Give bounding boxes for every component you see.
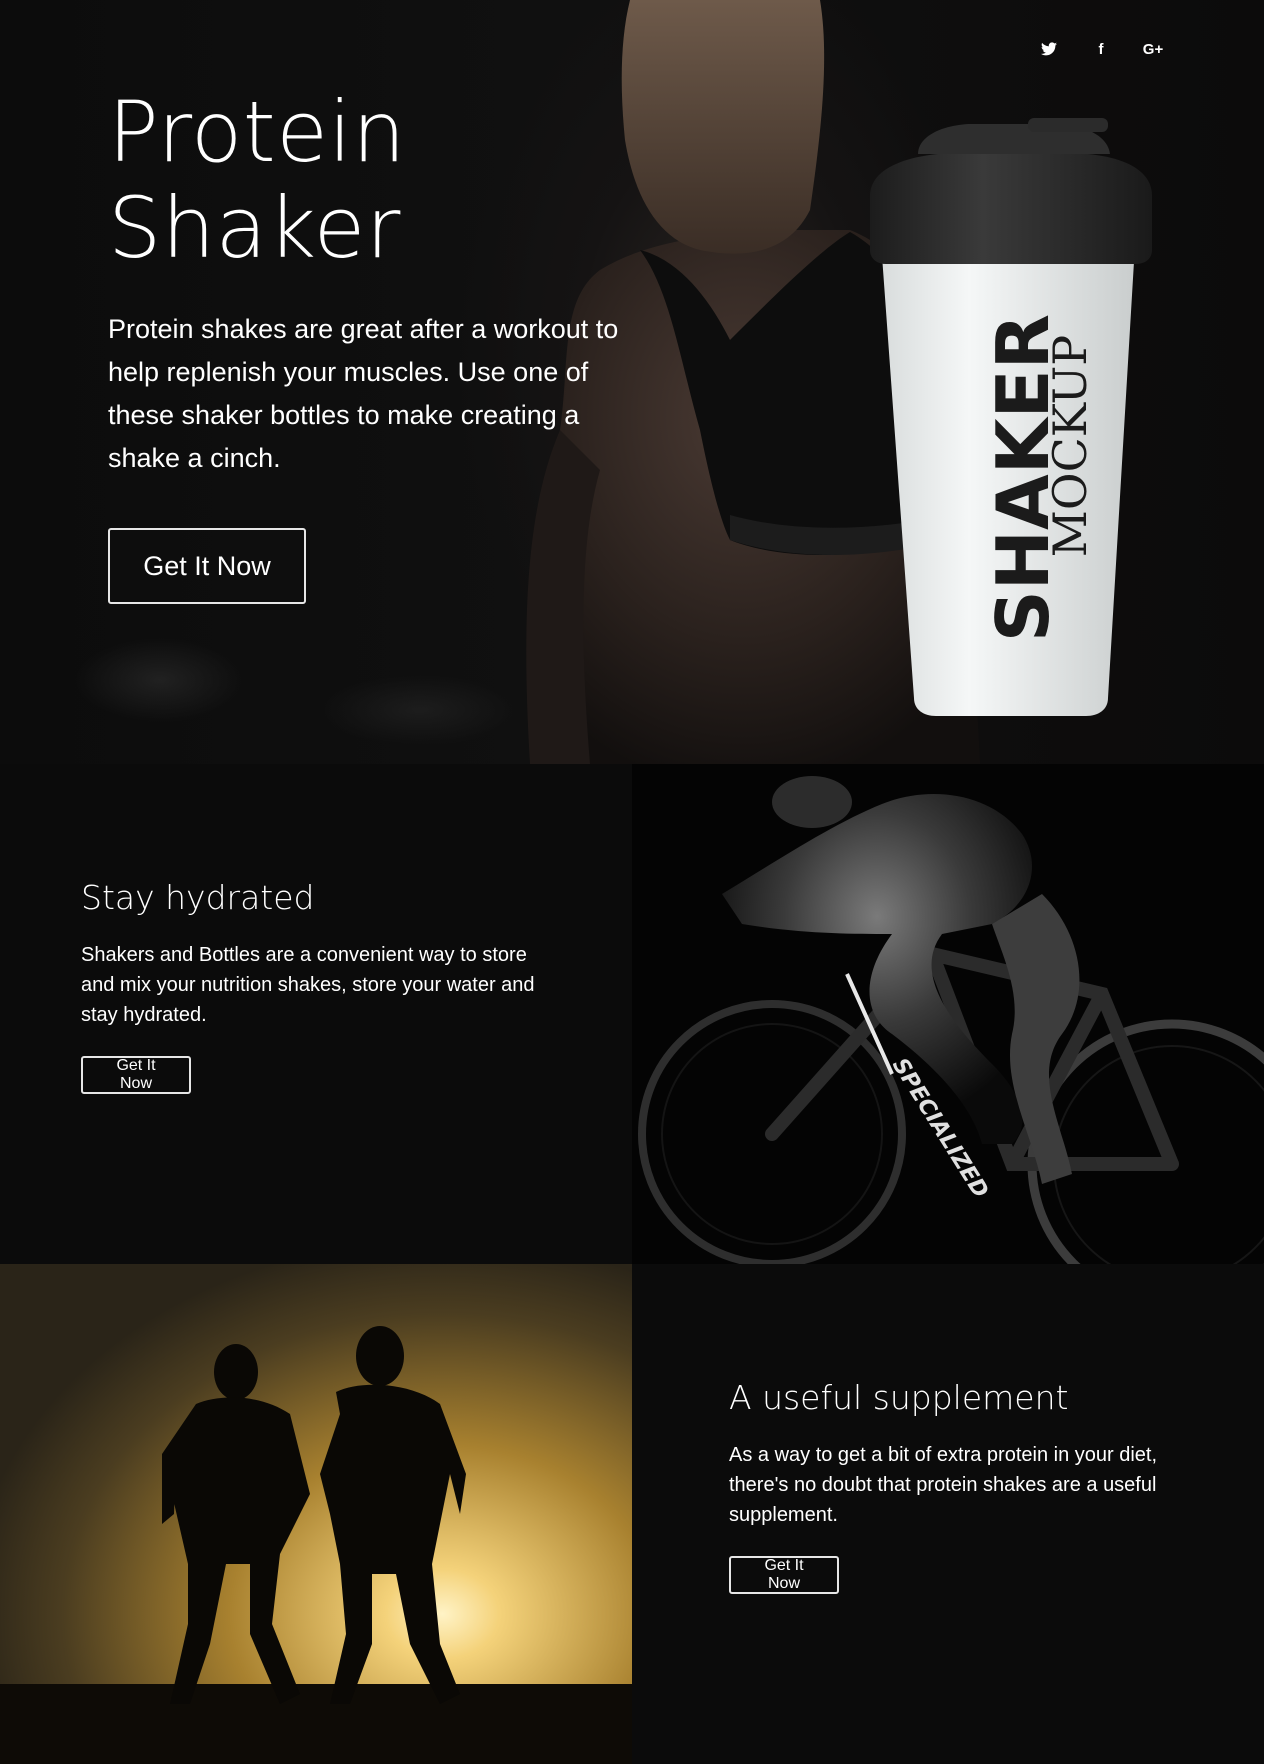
bottle-sub-text: MOCKUP — [1043, 335, 1097, 557]
feature-title-hydrated: Stay hydrated — [81, 878, 315, 917]
feature-title-supplement: A useful supplement — [729, 1378, 1069, 1417]
cyclist-image: SPECIALIZED — [632, 764, 1264, 1264]
runners-sunset-image — [0, 1264, 632, 1764]
hero-get-it-now-button[interactable]: Get It Now — [108, 528, 306, 604]
hydrated-get-it-now-button[interactable]: Get It Now — [81, 1056, 191, 1094]
google-plus-icon[interactable]: G+ — [1142, 38, 1164, 60]
feature-useful-supplement: A useful supplement As a way to get a bi… — [632, 1264, 1264, 1764]
feature-body-hydrated: Shakers and Bottles are a convenient way… — [81, 944, 535, 1026]
social-links: f G+ — [1038, 38, 1164, 60]
hero-title-line2: Shaker — [108, 179, 401, 277]
feature-stay-hydrated: Stay hydrated Shakers and Bottles are a … — [0, 764, 632, 1264]
supplement-get-it-now-button[interactable]: Get It Now — [729, 1556, 839, 1594]
facebook-icon[interactable]: f — [1090, 38, 1112, 60]
hero-section: f G+ Protein Shaker Protein shakes are g… — [0, 0, 1264, 764]
hero-description: Protein shakes are great after a workout… — [108, 314, 619, 473]
hero-title-line1: Protein — [108, 83, 406, 181]
feature-body-supplement: As a way to get a bit of extra protein i… — [729, 1444, 1158, 1526]
hero-title: Protein Shaker — [108, 84, 588, 276]
twitter-icon[interactable] — [1038, 38, 1060, 60]
shaker-bottle-image: SHAKER MOCKUP — [870, 118, 1152, 716]
